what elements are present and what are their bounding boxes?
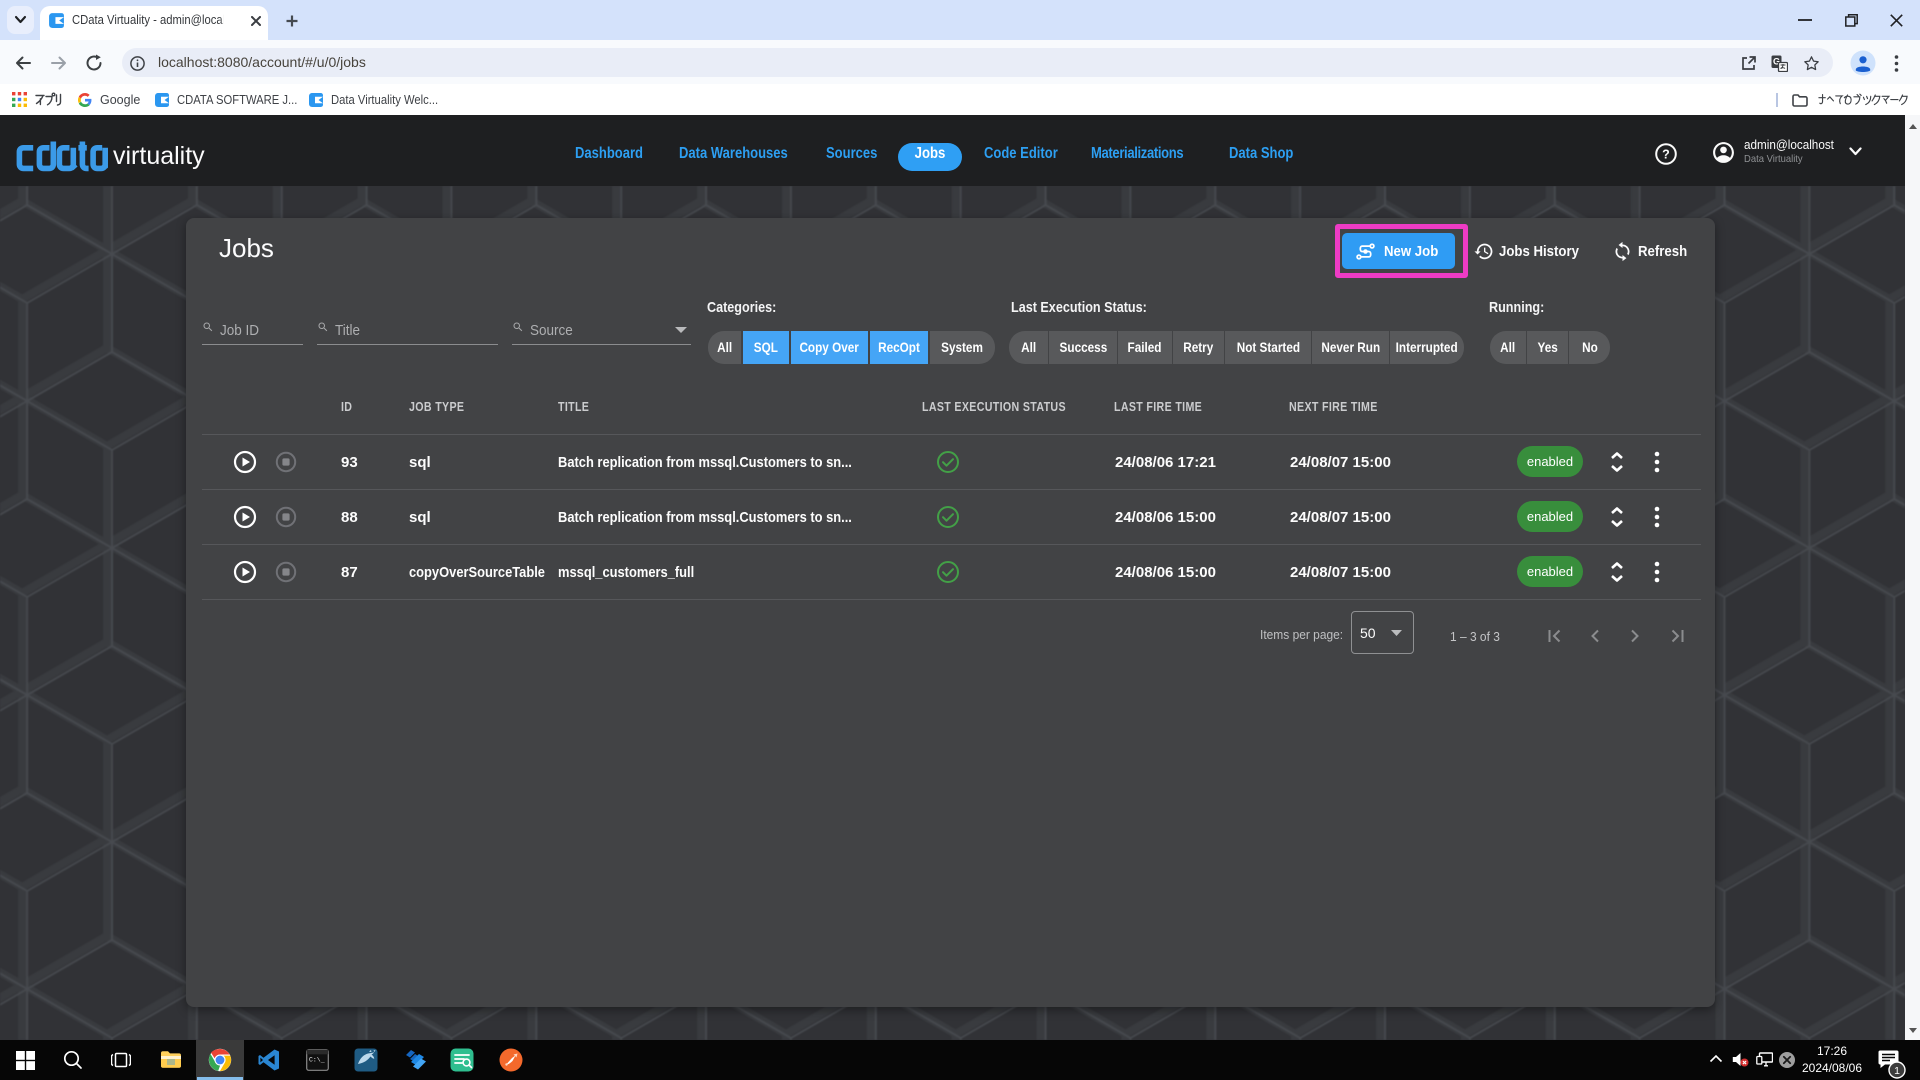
svg-text:?: ? — [1662, 147, 1670, 161]
svg-text:C:\_: C:\_ — [309, 1057, 325, 1064]
svg-text:1: 1 — [1894, 1065, 1900, 1077]
svg-text:G: G — [1773, 57, 1780, 67]
